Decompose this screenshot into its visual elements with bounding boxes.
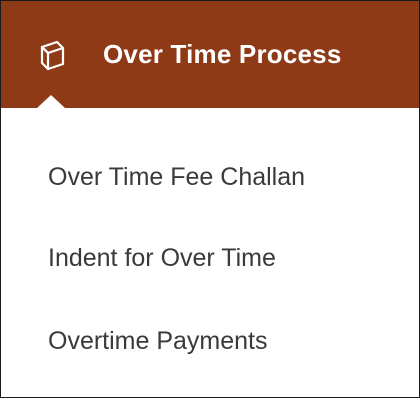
menu-item-overtime-payments[interactable]: Overtime Payments <box>48 327 268 356</box>
dropdown-menu: Over Time Fee Challan Indent for Over Ti… <box>1 108 419 397</box>
menu-header-title: Over Time Process <box>103 39 342 69</box>
dropdown-caret <box>37 95 65 108</box>
menu-item-indent-for-over-time[interactable]: Indent for Over Time <box>48 244 276 273</box>
box-icon <box>33 37 69 73</box>
menu-header[interactable]: Over Time Process <box>1 1 419 108</box>
menu-item-over-time-fee-challan[interactable]: Over Time Fee Challan <box>48 163 305 192</box>
dropdown-panel: Over Time Process Over Time Fee Challan … <box>0 0 420 398</box>
